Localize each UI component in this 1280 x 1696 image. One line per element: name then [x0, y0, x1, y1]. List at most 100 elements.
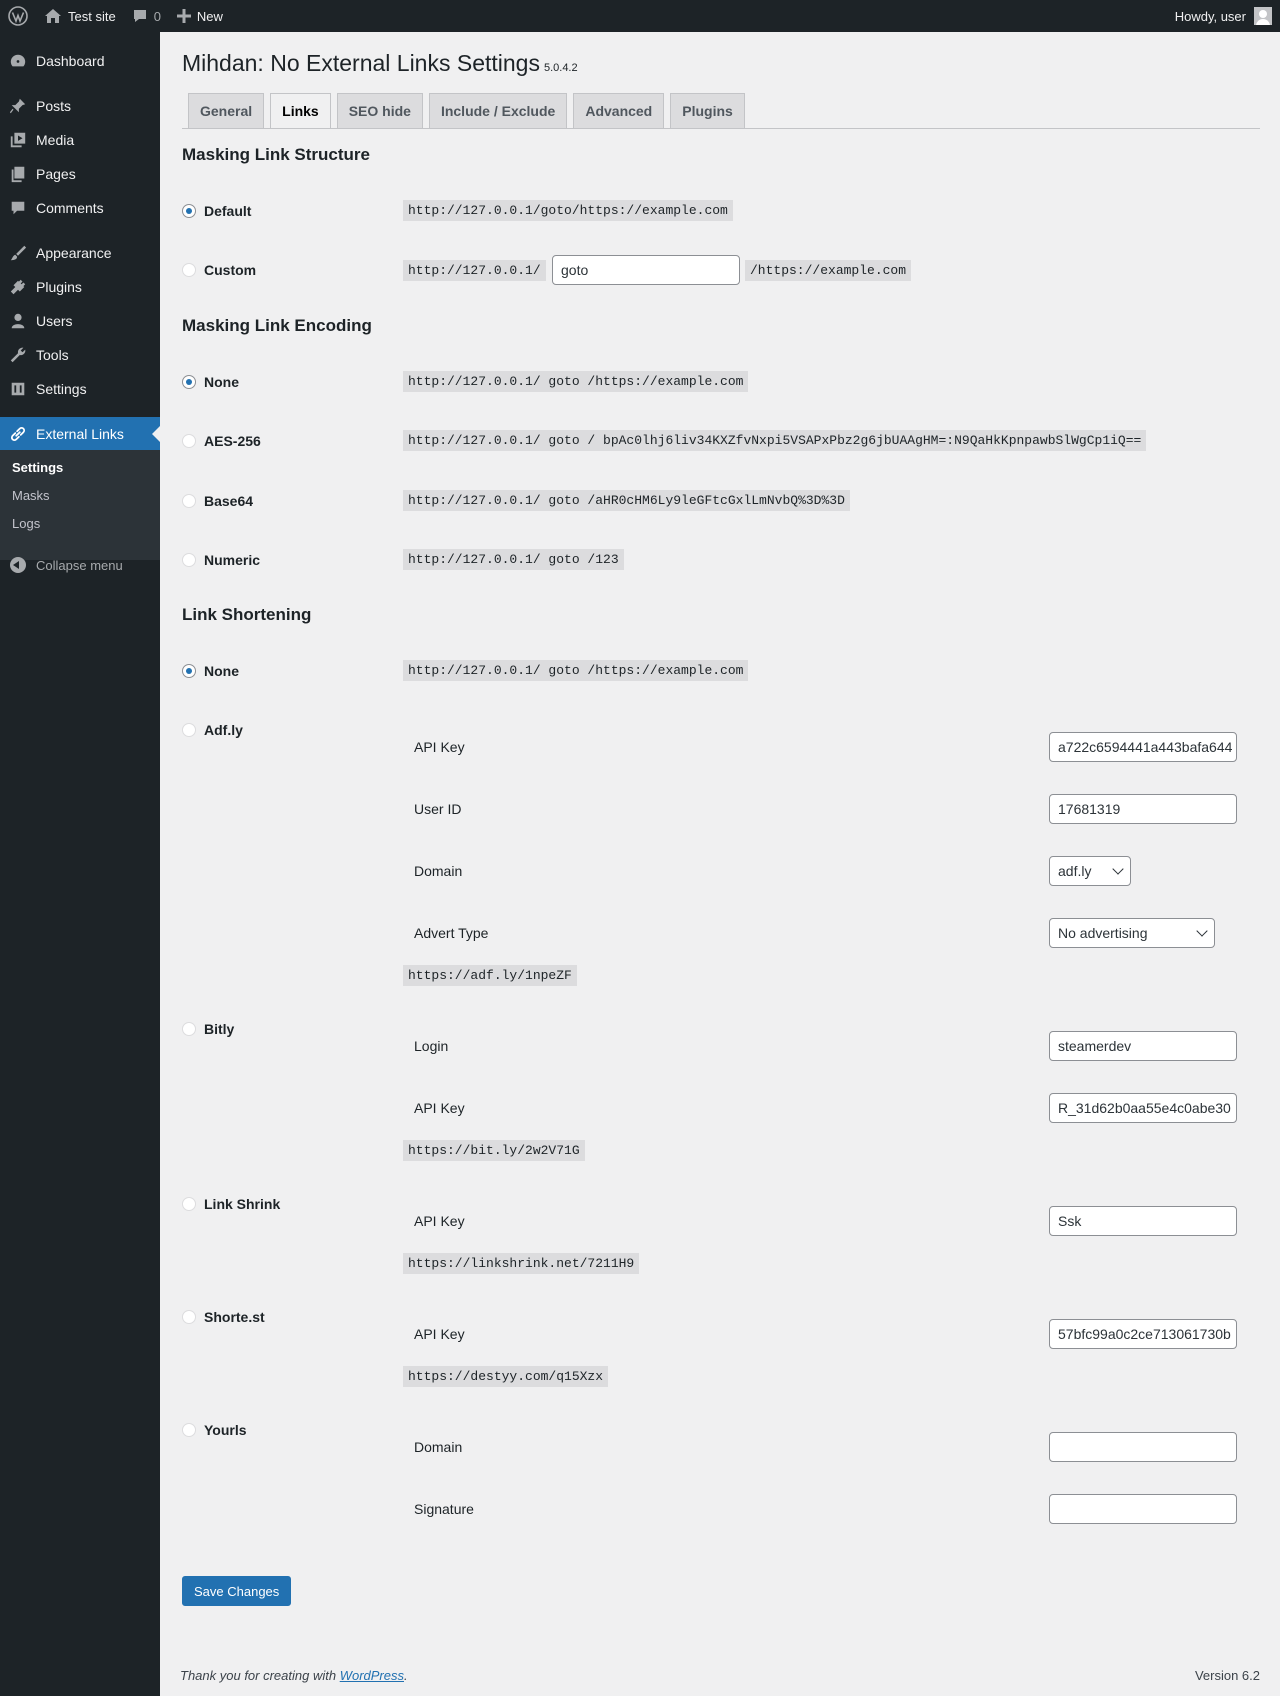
yourls-signature-label: Signature	[414, 1501, 474, 1517]
menu-appearance[interactable]: Appearance	[0, 236, 160, 270]
adfly-api-key-input[interactable]: a722c6594441a443bafa644	[1049, 732, 1237, 762]
radio-shortening-none[interactable]	[182, 664, 196, 678]
encoding-none-example: http://127.0.0.1/ goto /https://example.…	[403, 371, 749, 392]
sliders-icon	[11, 382, 25, 396]
adfly-api-key-label: API Key	[414, 739, 465, 755]
menu-tools[interactable]: Tools	[0, 338, 160, 372]
menu-label: Dashboard	[36, 53, 105, 69]
shortening-shortest-option[interactable]: Shorte.st	[182, 1309, 265, 1325]
adfly-domain-select[interactable]: adf.ly	[1049, 856, 1131, 886]
section-heading-shortening: Link Shortening	[182, 605, 312, 624]
radio-default[interactable]	[182, 204, 196, 218]
submenu-masks[interactable]: Masks	[12, 488, 50, 503]
tab-advanced[interactable]: Advanced	[573, 93, 665, 128]
linkshrink-api-key-label: API Key	[414, 1213, 465, 1229]
chevron-down-icon	[1112, 863, 1124, 875]
radio-linkshrink[interactable]	[182, 1197, 196, 1211]
comment-icon	[11, 201, 25, 215]
shortening-linkshrink-option[interactable]: Link Shrink	[182, 1196, 280, 1212]
shortening-bitly-option[interactable]: Bitly	[182, 1021, 234, 1037]
encoding-none-option[interactable]: None	[182, 374, 239, 390]
custom-url-suffix: /https://example.com	[745, 260, 912, 281]
shortening-none-option[interactable]: None	[182, 663, 239, 679]
menu-media[interactable]: Media	[0, 123, 160, 157]
paintbrush-icon	[10, 245, 27, 261]
radio-encoding-numeric[interactable]	[182, 553, 196, 567]
tab-general[interactable]: General	[188, 93, 265, 128]
encoding-numeric-option[interactable]: Numeric	[182, 552, 260, 568]
shortening-adfly-option[interactable]: Adf.ly	[182, 722, 243, 738]
menu-label: Posts	[36, 98, 72, 114]
new-label: New	[196, 8, 223, 24]
yourls-domain-input[interactable]	[1049, 1432, 1237, 1462]
radio-encoding-none[interactable]	[182, 375, 196, 389]
radio-adfly[interactable]	[182, 723, 196, 737]
save-changes-button[interactable]: Save Changes	[182, 1576, 292, 1606]
menu-posts[interactable]: Posts	[0, 89, 160, 123]
radio-label: AES-256	[204, 433, 261, 449]
tab-include-exclude[interactable]: Include / Exclude	[428, 93, 568, 128]
footer-thanks-prefix: Thank you for creating with	[180, 1668, 340, 1683]
adfly-domain-value: adf.ly	[1058, 863, 1092, 879]
wordpress-logo-icon[interactable]	[0, 0, 36, 32]
structure-default-option[interactable]: Default	[182, 203, 251, 219]
footer-thanks: Thank you for creating with WordPress.	[180, 1668, 408, 1683]
bitly-login-label: Login	[414, 1038, 449, 1054]
wordpress-link[interactable]: WordPress	[340, 1668, 404, 1683]
radio-encoding-base64[interactable]	[182, 494, 196, 508]
new-content-link[interactable]: New	[169, 0, 231, 32]
my-account[interactable]: Howdy, user	[1167, 0, 1280, 32]
radio-custom[interactable]	[182, 263, 196, 277]
radio-yourls[interactable]	[182, 1423, 196, 1437]
pages-icon	[11, 166, 25, 183]
encoding-numeric-example: http://127.0.0.1/ goto /123	[403, 549, 624, 570]
admin-bar: Test site 0 New Howdy, user	[0, 0, 1280, 32]
comments-link[interactable]: 0	[124, 0, 169, 32]
admin-menu: Dashboard Posts Media Pages Comments App…	[0, 32, 160, 1696]
comments-count: 0	[153, 8, 161, 24]
site-name-link[interactable]: Test site	[36, 0, 124, 32]
adfly-domain-label: Domain	[414, 863, 463, 879]
plugin-version: 5.0.4.2	[543, 62, 578, 74]
radio-shortest[interactable]	[182, 1310, 196, 1324]
linkshrink-example-url: https://linkshrink.net/7211H9	[403, 1253, 640, 1274]
encoding-aes-option[interactable]: AES-256	[182, 433, 261, 449]
tab-seo-hide[interactable]: SEO hide	[336, 93, 423, 128]
tab-plugins[interactable]: Plugins	[670, 93, 745, 128]
chevron-down-icon	[1196, 925, 1208, 937]
menu-label: Media	[36, 132, 75, 148]
bitly-api-key-input[interactable]: R_31d62b0aa55e4c0abe30	[1049, 1093, 1237, 1123]
bitly-api-key-label: API Key	[414, 1100, 465, 1116]
collapse-menu-button[interactable]: Collapse menu	[0, 548, 160, 582]
radio-bitly[interactable]	[182, 1022, 196, 1036]
shortening-yourls-option[interactable]: Yourls	[182, 1422, 247, 1438]
linkshrink-api-key-input[interactable]: Ssk	[1049, 1206, 1237, 1236]
submenu-settings[interactable]: Settings	[12, 460, 63, 475]
encoding-base64-option[interactable]: Base64	[182, 493, 253, 509]
media-icon	[10, 132, 26, 148]
menu-comments[interactable]: Comments	[0, 191, 160, 225]
bitly-login-input[interactable]: steamerdev	[1049, 1031, 1237, 1061]
collapse-arrow-icon	[10, 557, 26, 573]
adfly-advert-type-select[interactable]: No advertising	[1049, 918, 1215, 948]
adfly-user-id-input[interactable]: 17681319	[1049, 794, 1237, 824]
plug-icon	[10, 279, 26, 295]
menu-external-links[interactable]: External Links	[0, 417, 160, 451]
menu-label: Comments	[36, 200, 104, 216]
submenu-logs[interactable]: Logs	[12, 516, 40, 531]
shortest-api-key-input[interactable]: 57bfc99a0c2ce713061730b	[1049, 1319, 1237, 1349]
footer-thanks-suffix: .	[404, 1668, 408, 1683]
structure-custom-option[interactable]: Custom	[182, 262, 256, 278]
tab-links[interactable]: Links	[270, 93, 331, 129]
custom-slug-input[interactable]: goto	[552, 255, 740, 285]
yourls-signature-input[interactable]	[1049, 1494, 1237, 1524]
menu-dashboard[interactable]: Dashboard	[0, 44, 160, 78]
custom-url-prefix: http://127.0.0.1/	[403, 260, 546, 281]
section-heading-structure: Masking Link Structure	[182, 145, 370, 164]
menu-settings[interactable]: Settings	[0, 372, 160, 406]
radio-encoding-aes[interactable]	[182, 434, 196, 448]
menu-users[interactable]: Users	[0, 304, 160, 338]
menu-plugins[interactable]: Plugins	[0, 270, 160, 304]
menu-pages[interactable]: Pages	[0, 157, 160, 191]
radio-label: None	[204, 663, 239, 679]
